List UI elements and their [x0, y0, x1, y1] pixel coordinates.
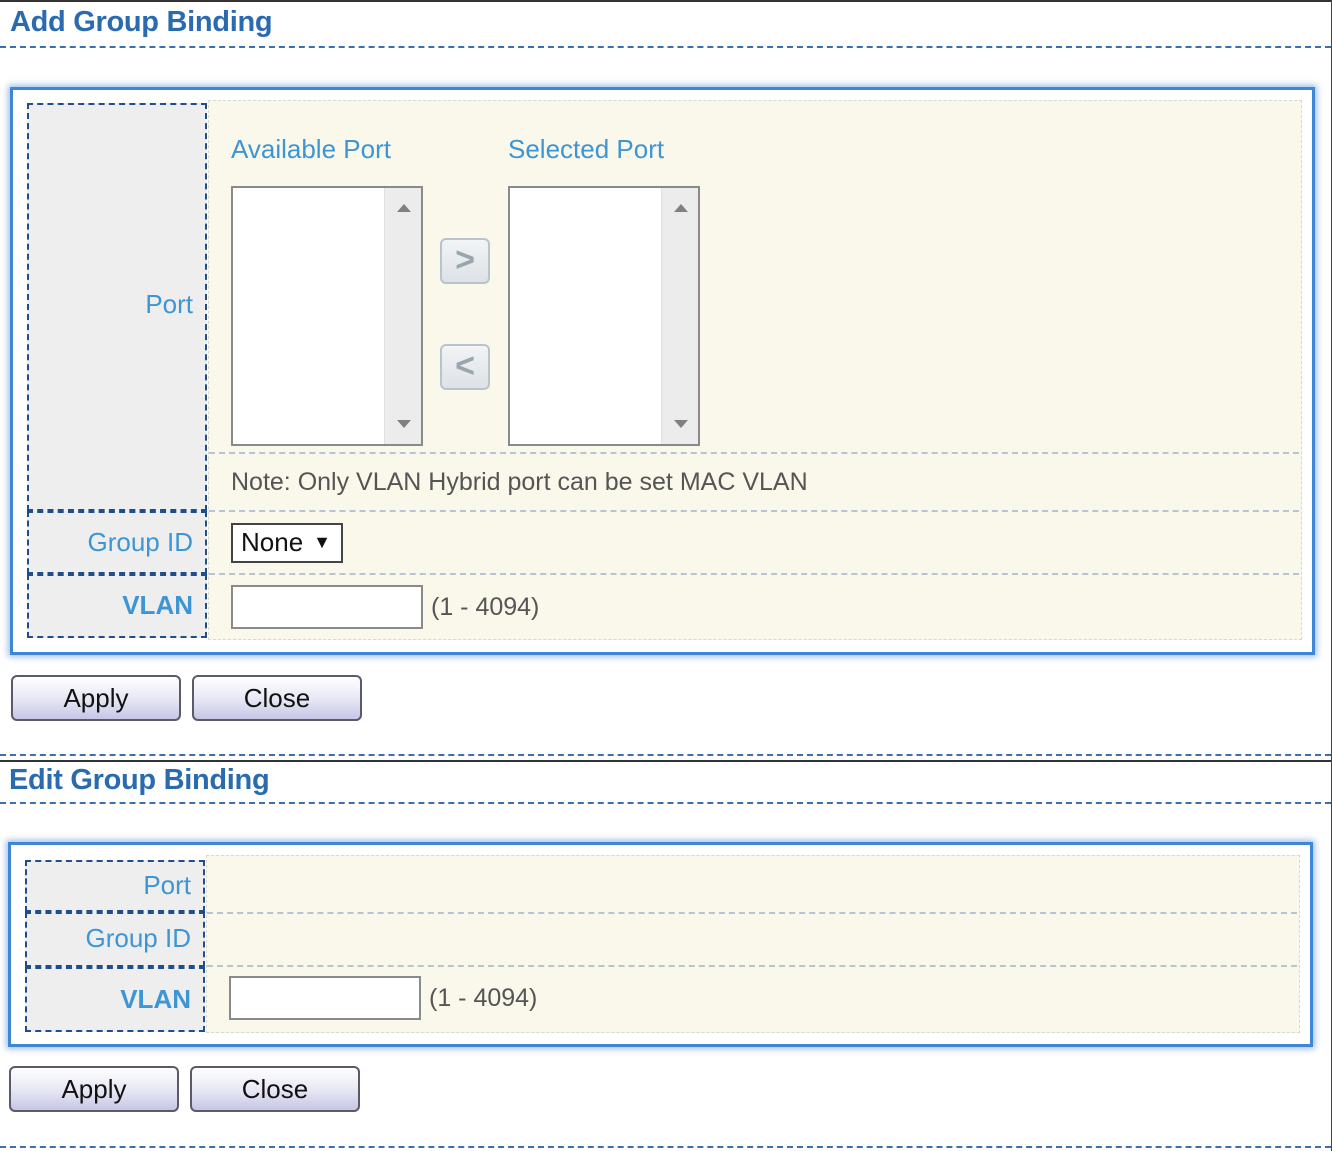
chevron-left-icon: < — [455, 347, 475, 385]
row-divider — [207, 912, 1297, 914]
row-divider — [209, 452, 1299, 454]
scroll-up-arrow-icon[interactable] — [397, 204, 411, 212]
row-divider — [209, 573, 1299, 575]
move-left-button[interactable]: < — [440, 344, 490, 390]
vlan-label-cell: VLAN — [25, 967, 205, 1032]
row-divider — [207, 965, 1297, 967]
edit-group-binding-section: Edit Group Binding Port Group ID VLAN (1… — [0, 760, 1332, 1151]
vlan-input[interactable] — [229, 976, 421, 1020]
group-id-label-cell: Group ID — [25, 912, 205, 967]
close-button[interactable]: Close — [192, 675, 362, 721]
apply-button[interactable]: Apply — [11, 675, 181, 721]
section-divider — [0, 754, 1331, 756]
port-label: Port — [143, 870, 191, 900]
scroll-up-arrow-icon[interactable] — [674, 204, 688, 212]
edit-section-title: Edit Group Binding — [9, 764, 270, 796]
available-port-header: Available Port — [231, 134, 391, 164]
group-id-label: Group ID — [85, 923, 192, 953]
group-id-select[interactable]: None ▼ — [231, 523, 343, 563]
vlan-range-hint: (1 - 4094) — [431, 593, 540, 621]
group-id-label-cell: Group ID — [27, 511, 207, 574]
port-label-cell: Port — [27, 103, 207, 511]
port-note: Note: Only VLAN Hybrid port can be set M… — [231, 468, 808, 496]
available-port-list[interactable] — [231, 186, 423, 446]
row-divider — [209, 510, 1299, 512]
close-button[interactable]: Close — [190, 1066, 360, 1112]
add-form-panel: Port Group ID VLAN Available Port Select… — [10, 87, 1315, 655]
port-label: Port — [145, 289, 193, 319]
section-divider — [0, 1146, 1331, 1148]
title-divider — [0, 802, 1331, 804]
vlan-label: VLAN — [120, 984, 191, 1014]
add-group-binding-section: Add Group Binding Port Group ID VLAN Ava… — [0, 0, 1332, 760]
port-label-cell: Port — [25, 860, 205, 912]
move-right-button[interactable]: > — [440, 238, 490, 284]
group-id-label: Group ID — [87, 527, 194, 557]
caret-down-icon: ▼ — [313, 532, 331, 552]
selected-port-list[interactable] — [508, 186, 700, 446]
vlan-input[interactable] — [231, 585, 423, 629]
edit-form-panel: Port Group ID VLAN (1 - 4094) — [8, 842, 1313, 1047]
apply-button[interactable]: Apply — [9, 1066, 179, 1112]
selected-port-header: Selected Port — [508, 134, 665, 164]
scrollbar[interactable] — [384, 188, 421, 444]
add-section-title: Add Group Binding — [10, 6, 273, 38]
title-divider — [0, 46, 1331, 48]
group-id-value: None — [241, 527, 304, 557]
scroll-down-arrow-icon[interactable] — [397, 420, 411, 428]
scroll-down-arrow-icon[interactable] — [674, 420, 688, 428]
vlan-range-hint: (1 - 4094) — [429, 984, 538, 1012]
chevron-right-icon: > — [455, 241, 475, 279]
vlan-label-cell: VLAN — [27, 574, 207, 638]
vlan-label: VLAN — [122, 590, 193, 620]
scrollbar[interactable] — [661, 188, 698, 444]
